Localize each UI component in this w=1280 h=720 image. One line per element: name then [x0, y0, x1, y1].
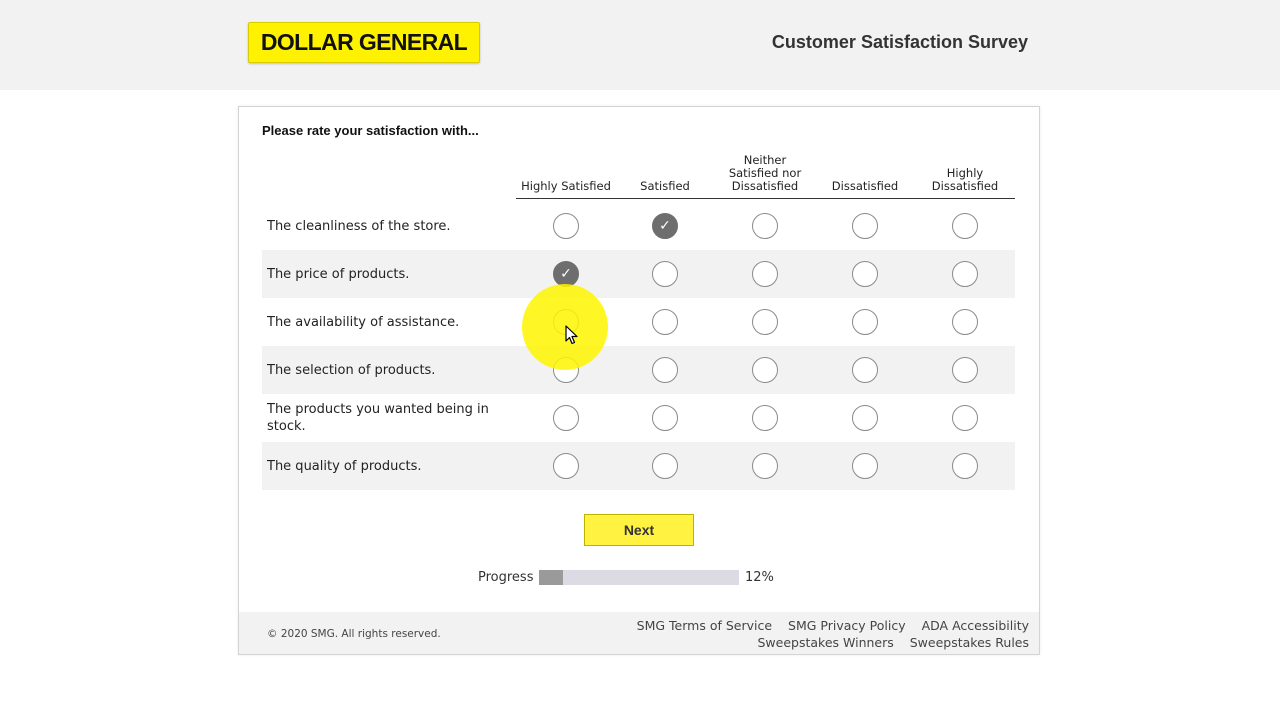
progress-label: Progress	[478, 570, 534, 585]
footer: © 2020 SMG. All rights reserved. SMG Ter…	[239, 612, 1039, 654]
radio-highly-satisfied[interactable]	[553, 213, 579, 239]
privacy-link[interactable]: SMG Privacy Policy	[788, 618, 906, 633]
radio-highly-dissatisfied[interactable]	[952, 261, 978, 287]
rating-row-label: The quality of products.	[267, 458, 422, 474]
rating-row-label: The selection of products.	[267, 362, 436, 378]
radio-dissatisfied[interactable]	[852, 453, 878, 479]
radio-satisfied[interactable]	[652, 357, 678, 383]
scale-highly-dissatisfied: Highly Dissatisfied	[931, 166, 999, 193]
survey-card: Please rate your satisfaction with... Hi…	[238, 106, 1040, 655]
copyright-text: © 2020 SMG. All rights reserved.	[267, 628, 441, 640]
radio-highly-dissatisfied[interactable]	[952, 309, 978, 335]
radio-dissatisfied[interactable]	[852, 261, 878, 287]
rating-grid: The cleanliness of the store. ✓ The price …	[262, 202, 1015, 490]
rating-row: The products you wanted being in stock.	[262, 394, 1015, 442]
radio-neither[interactable]	[752, 309, 778, 335]
radio-satisfied[interactable]	[652, 309, 678, 335]
progress-bar	[539, 570, 739, 585]
rating-row: The quality of products.	[262, 442, 1015, 490]
progress-fill	[539, 570, 563, 585]
logo-text: DOLLAR GENERAL	[260, 29, 468, 55]
radio-satisfied[interactable]	[652, 405, 678, 431]
radio-dissatisfied[interactable]	[852, 213, 878, 239]
scale-satisfied: Satisfied	[640, 179, 690, 193]
page-title: Customer Satisfaction Survey	[771, 32, 1028, 52]
radio-highly-satisfied[interactable]	[553, 405, 579, 431]
radio-highly-satisfied[interactable]	[553, 309, 579, 335]
checkmark-icon: ✓	[659, 218, 671, 234]
rating-scale-header: Highly Satisfied Satisfied Neither Satis…	[516, 147, 1015, 199]
rating-row: The selection of products.	[262, 346, 1015, 394]
rating-row-label: The products you wanted being in stock.	[267, 402, 489, 434]
rating-row-label: The cleanliness of the store.	[267, 218, 451, 234]
rating-row-label: The price of products.	[267, 266, 410, 282]
radio-neither[interactable]	[752, 453, 778, 479]
radio-highly-dissatisfied[interactable]	[952, 357, 978, 383]
scale-highly-satisfied: Highly Satisfied	[521, 179, 611, 193]
radio-neither[interactable]	[752, 213, 778, 239]
radio-dissatisfied[interactable]	[852, 309, 878, 335]
top-bar: DOLLAR GENERAL Customer Satisfaction Sur…	[0, 0, 1280, 90]
rating-row: The availability of assistance.	[262, 298, 1015, 346]
scale-dissatisfied: Dissatisfied	[831, 179, 899, 193]
scale-neither: Neither Satisfied nor Dissatisfied	[728, 153, 802, 193]
radio-neither[interactable]	[752, 405, 778, 431]
sweepstakes-winners-link[interactable]: Sweepstakes Winners	[758, 635, 894, 650]
radio-highly-dissatisfied[interactable]	[952, 405, 978, 431]
next-button[interactable]: Next	[584, 514, 694, 546]
progress-percent: 12%	[745, 570, 774, 585]
radio-dissatisfied[interactable]	[852, 357, 878, 383]
radio-highly-satisfied[interactable]: ✓	[553, 261, 579, 287]
radio-dissatisfied[interactable]	[852, 405, 878, 431]
radio-satisfied[interactable]	[652, 453, 678, 479]
accessibility-link[interactable]: ADA Accessibility	[922, 618, 1029, 633]
rating-row: The price of products. ✓	[262, 250, 1015, 298]
radio-highly-satisfied[interactable]	[553, 357, 579, 383]
rating-row: The cleanliness of the store. ✓	[262, 202, 1015, 250]
radio-neither[interactable]	[752, 357, 778, 383]
radio-highly-dissatisfied[interactable]	[952, 453, 978, 479]
radio-satisfied[interactable]: ✓	[652, 213, 678, 239]
question-prompt: Please rate your satisfaction with...	[262, 123, 479, 138]
terms-link[interactable]: SMG Terms of Service	[637, 618, 772, 633]
radio-highly-satisfied[interactable]	[553, 453, 579, 479]
sweepstakes-rules-link[interactable]: Sweepstakes Rules	[910, 635, 1029, 650]
dollar-general-logo: DOLLAR GENERAL	[248, 22, 480, 63]
footer-links: SMG Terms of Service SMG Privacy Policy …	[625, 617, 1029, 651]
radio-satisfied[interactable]	[652, 261, 678, 287]
radio-highly-dissatisfied[interactable]	[952, 213, 978, 239]
rating-row-label: The availability of assistance.	[267, 314, 460, 330]
checkmark-icon: ✓	[560, 266, 572, 282]
radio-neither[interactable]	[752, 261, 778, 287]
